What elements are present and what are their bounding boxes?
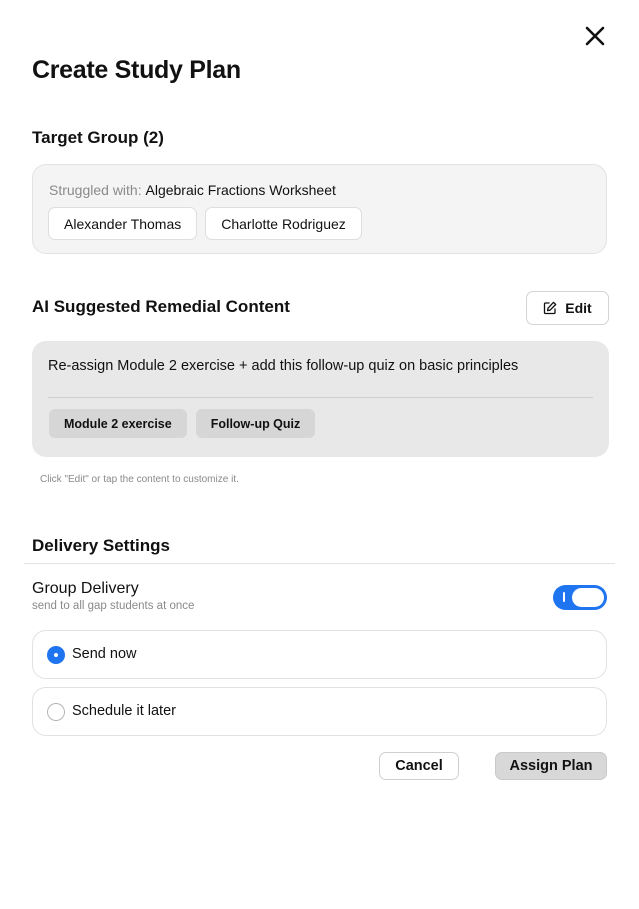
close-icon[interactable] [584,25,606,47]
content-chip-follow-up-quiz[interactable]: Follow-up Quiz [195,409,316,438]
student-chip[interactable]: Charlotte Rodriguez [205,207,362,240]
assign-plan-button[interactable]: Assign Plan [495,752,607,780]
edit-icon [544,301,557,315]
student-chips: Alexander Thomas Charlotte Rodriguez [48,207,362,240]
edit-button[interactable]: Edit [526,291,609,325]
schedule-later-option[interactable]: Schedule it later [32,687,607,736]
dialog-title: Create Study Plan [32,56,241,84]
student-chip[interactable]: Alexander Thomas [48,207,198,240]
remedial-content-card[interactable]: Re-assign Module 2 exercise + add this f… [32,341,609,457]
struggled-with-label: Struggled with: [49,182,142,198]
remedial-divider [48,397,593,398]
remedial-content-heading: AI Suggested Remedial Content [32,297,290,316]
group-delivery-title: Group Delivery [32,580,139,597]
toggle-knob [572,588,604,607]
toggle-on-mark [563,592,565,602]
remedial-content-text: Re-assign Module 2 exercise + add this f… [48,358,519,374]
schedule-later-radio[interactable] [47,703,65,721]
target-group-heading: Target Group (2) [32,128,164,147]
group-delivery-subtitle: send to all gap students at once [32,600,195,612]
schedule-later-label: Schedule it later [72,703,176,719]
cancel-button[interactable]: Cancel [379,752,459,780]
edit-hint-text: Click "Edit" or tap the content to custo… [40,474,239,485]
send-now-radio[interactable] [47,646,65,664]
edit-button-label: Edit [565,300,592,316]
struggled-with-value: Algebraic Fractions Worksheet [145,182,336,198]
delivery-divider [24,563,615,564]
struggled-with-line: Struggled with: Algebraic Fractions Work… [49,182,336,198]
group-delivery-toggle[interactable] [553,585,607,610]
send-now-option[interactable]: Send now [32,630,607,679]
content-chip-module-2-exercise[interactable]: Module 2 exercise [49,409,187,438]
target-group-card: Struggled with: Algebraic Fractions Work… [32,164,607,254]
send-now-label: Send now [72,646,137,662]
delivery-settings-heading: Delivery Settings [32,536,170,555]
remedial-content-chips: Module 2 exercise Follow-up Quiz [49,409,316,438]
